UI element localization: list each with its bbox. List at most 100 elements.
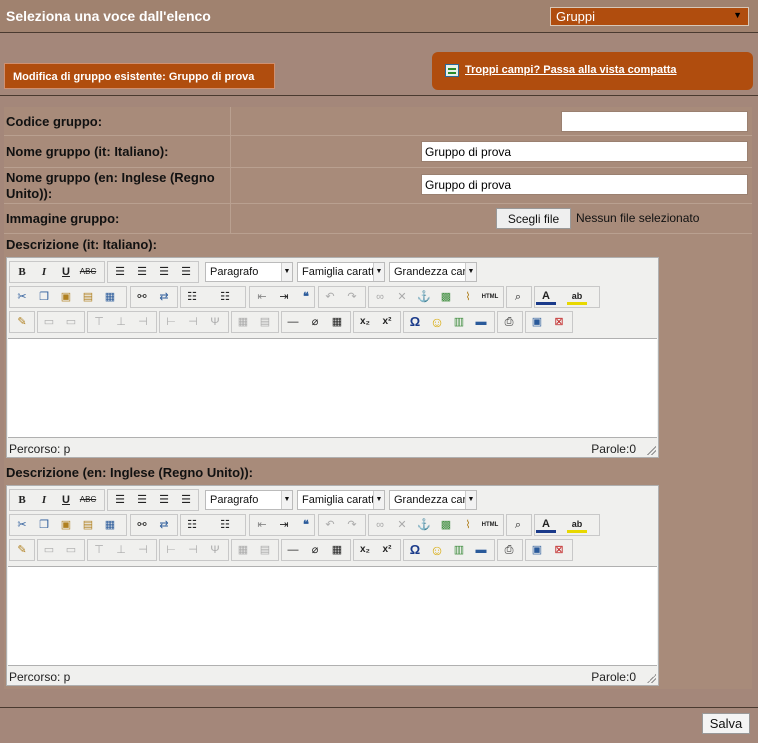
align-right-icon[interactable]: ☰: [154, 262, 174, 282]
table-cell-icon[interactable]: ▭: [61, 312, 81, 332]
align-center-icon[interactable]: ☰: [132, 262, 152, 282]
paste-word-icon[interactable]: ▦: [100, 515, 120, 535]
subscript-icon[interactable]: x₂: [355, 312, 375, 332]
image-icon[interactable]: ▩: [436, 515, 456, 535]
edit-group-tab[interactable]: Modifica di gruppo esistente: Gruppo di …: [4, 63, 275, 89]
merge-cells-icon[interactable]: ▤: [255, 540, 275, 560]
special-char-icon[interactable]: Ω: [405, 312, 425, 332]
format-select[interactable]: Paragrafo ▼: [205, 262, 293, 282]
name-it-input[interactable]: [421, 141, 748, 162]
preview-icon[interactable]: ⌕: [508, 287, 528, 307]
link-icon[interactable]: ∞: [370, 515, 390, 535]
horizontal-rule-icon[interactable]: —: [283, 312, 303, 332]
editor-content-area[interactable]: [8, 566, 657, 666]
anchor-icon[interactable]: ⚓: [414, 287, 434, 307]
delete-row-icon[interactable]: ⊣: [133, 312, 153, 332]
undo-icon[interactable]: ↶: [320, 287, 340, 307]
remove-format-icon[interactable]: ⌀: [305, 540, 325, 560]
media-icon[interactable]: ▥: [449, 312, 469, 332]
media-icon[interactable]: ▥: [449, 540, 469, 560]
find-icon[interactable]: ⚯: [132, 287, 152, 307]
edit-icon[interactable]: ✎: [12, 312, 32, 332]
html-icon[interactable]: HTML: [480, 515, 500, 535]
fullscreen-icon[interactable]: ▣: [527, 540, 547, 560]
unlink-icon[interactable]: ✕: [392, 287, 412, 307]
strikethrough-icon[interactable]: ABC: [78, 262, 98, 282]
replace-icon[interactable]: ⇄: [154, 515, 174, 535]
unlink-icon[interactable]: ✕: [392, 515, 412, 535]
image-icon[interactable]: ▩: [436, 287, 456, 307]
name-en-input[interactable]: [421, 174, 748, 195]
bullet-list-icon[interactable]: ☷: [182, 515, 202, 535]
paste-text-icon[interactable]: ▤: [78, 287, 98, 307]
split-cells-icon[interactable]: ▦: [233, 540, 253, 560]
split-cells-icon[interactable]: ▦: [233, 312, 253, 332]
code-input[interactable]: [561, 111, 748, 132]
insert-col-before-icon[interactable]: ⊢: [161, 540, 181, 560]
print-icon[interactable]: ⎙: [499, 540, 519, 560]
html-icon[interactable]: HTML: [480, 287, 500, 307]
align-right-icon[interactable]: ☰: [154, 490, 174, 510]
paste-word-icon[interactable]: ⊠: [549, 540, 569, 560]
bold-icon[interactable]: B: [12, 262, 32, 282]
paste-icon[interactable]: ▣: [56, 287, 76, 307]
italic-icon[interactable]: I: [34, 262, 54, 282]
cleanup-icon[interactable]: ⌇: [458, 515, 478, 535]
indent-icon[interactable]: ⇥: [274, 287, 294, 307]
print-icon[interactable]: ⎙: [499, 312, 519, 332]
link-icon[interactable]: ∞: [370, 287, 390, 307]
resize-handle-icon[interactable]: [646, 673, 656, 683]
insert-col-after-icon[interactable]: ⊣: [183, 540, 203, 560]
save-button[interactable]: Salva: [702, 713, 750, 734]
outdent-icon[interactable]: ⇤: [252, 287, 272, 307]
remove-format-icon[interactable]: ⌀: [305, 312, 325, 332]
delete-row-icon[interactable]: ⊣: [133, 540, 153, 560]
strikethrough-icon[interactable]: ABC: [78, 490, 98, 510]
blockquote-icon[interactable]: ❝: [296, 287, 316, 307]
paste-word-icon[interactable]: ▦: [100, 287, 120, 307]
emoticon-icon[interactable]: ☺: [427, 540, 447, 560]
align-left-icon[interactable]: ☰: [110, 262, 130, 282]
preview-icon[interactable]: ⌕: [508, 515, 528, 535]
fullscreen-icon[interactable]: ▣: [527, 312, 547, 332]
align-center-icon[interactable]: ☰: [132, 490, 152, 510]
editor-content-area[interactable]: [8, 338, 657, 438]
italic-icon[interactable]: I: [34, 490, 54, 510]
visual-aid-icon[interactable]: ▦: [327, 540, 347, 560]
numbered-list-icon[interactable]: ☷: [215, 287, 235, 307]
bold-icon[interactable]: B: [12, 490, 32, 510]
font-family-select[interactable]: Famiglia caratt ▼: [297, 490, 385, 510]
highlight-icon[interactable]: ab: [567, 515, 587, 533]
cleanup-icon[interactable]: ⌇: [458, 287, 478, 307]
visual-aid-icon[interactable]: ▦: [327, 312, 347, 332]
compact-view-link[interactable]: Troppi campi? Passa alla vista compatta: [465, 64, 677, 76]
align-justify-icon[interactable]: ☰: [176, 262, 196, 282]
copy-icon[interactable]: ❐: [34, 515, 54, 535]
blockquote-icon[interactable]: ❝: [296, 515, 316, 535]
redo-icon[interactable]: ↷: [342, 515, 362, 535]
resize-handle-icon[interactable]: [646, 445, 656, 455]
table-cell-icon[interactable]: ▭: [61, 540, 81, 560]
text-color-icon[interactable]: A: [536, 515, 556, 533]
redo-icon[interactable]: ↷: [342, 287, 362, 307]
highlight-icon[interactable]: ab: [567, 287, 587, 305]
superscript-icon[interactable]: x²: [377, 540, 397, 560]
replace-icon[interactable]: ⇄: [154, 287, 174, 307]
font-family-select[interactable]: Famiglia caratt ▼: [297, 262, 385, 282]
font-size-select[interactable]: Grandezza car ▼: [389, 490, 477, 510]
table-row-icon[interactable]: ▭: [39, 540, 59, 560]
underline-icon[interactable]: U: [56, 490, 76, 510]
insert-row-before-icon[interactable]: ⊤: [89, 540, 109, 560]
choose-file-button[interactable]: Scegli file: [496, 208, 571, 229]
delete-col-icon[interactable]: Ψ: [205, 312, 225, 332]
bullet-list-icon[interactable]: ☷: [182, 287, 202, 307]
hr-icon[interactable]: ▬: [471, 540, 491, 560]
cut-icon[interactable]: ✂: [12, 287, 32, 307]
cut-icon[interactable]: ✂: [12, 515, 32, 535]
subscript-icon[interactable]: x₂: [355, 540, 375, 560]
numbered-list-icon[interactable]: ☷: [215, 515, 235, 535]
underline-icon[interactable]: U: [56, 262, 76, 282]
emoticon-icon[interactable]: ☺: [427, 312, 447, 332]
special-char-icon[interactable]: Ω: [405, 540, 425, 560]
outdent-icon[interactable]: ⇤: [252, 515, 272, 535]
